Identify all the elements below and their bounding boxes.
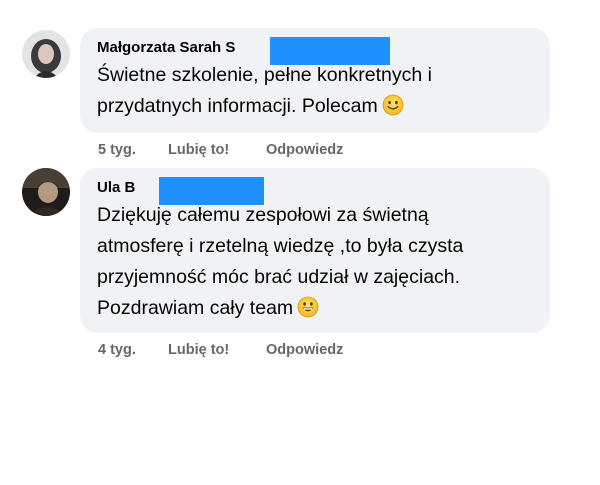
avatar[interactable] <box>22 30 70 78</box>
author-name[interactable]: Ula B <box>97 179 135 196</box>
comment-text: Dziękuję całemu zespołowi za świetną atm… <box>97 200 534 324</box>
timestamp-link[interactable]: 4 tyg. <box>98 340 136 360</box>
comment-text-line: atmosferę i rzetelną wiedzę ,to była czy… <box>97 235 464 257</box>
like-button[interactable]: Lubię to! <box>168 340 229 360</box>
like-button[interactable]: Lubię to! <box>168 140 229 160</box>
avatar[interactable] <box>22 168 70 216</box>
reply-button[interactable]: Odpowiedz <box>266 140 343 160</box>
comment-text-line: Pozdrawiam cały team <box>97 293 534 324</box>
author-row: Małgorzata Sarah S <box>97 37 534 65</box>
author-name[interactable]: Małgorzata Sarah S <box>97 39 235 56</box>
author-row: Ula B <box>97 177 534 205</box>
reply-button[interactable]: Odpowiedz <box>266 340 343 360</box>
comment-text-line: przydatnych informacji. Polecam <box>97 91 534 122</box>
comment-text-span: Pozdrawiam cały team <box>97 297 294 319</box>
redaction-box <box>159 177 264 205</box>
timestamp-link[interactable]: 5 tyg. <box>98 140 136 160</box>
redaction-box <box>270 37 390 65</box>
comment-text-line: przyjemność móc brać udział w zajęciach. <box>97 266 461 288</box>
comment-bubble: Małgorzata Sarah S Świetne szkolenie, pe… <box>80 28 550 133</box>
comment-bubble: Ula B Dziękuję całemu zespołowi za świet… <box>80 168 550 333</box>
avatar-photo <box>22 168 70 216</box>
grinning-face-emoji-icon <box>297 296 319 318</box>
comment-text-span: przydatnych informacji. Polecam <box>97 95 378 117</box>
comment-text: Świetne szkolenie, pełne konkretnych i p… <box>97 60 534 122</box>
slightly-smiling-face-emoji-icon <box>382 94 404 116</box>
avatar-photo <box>22 30 70 78</box>
